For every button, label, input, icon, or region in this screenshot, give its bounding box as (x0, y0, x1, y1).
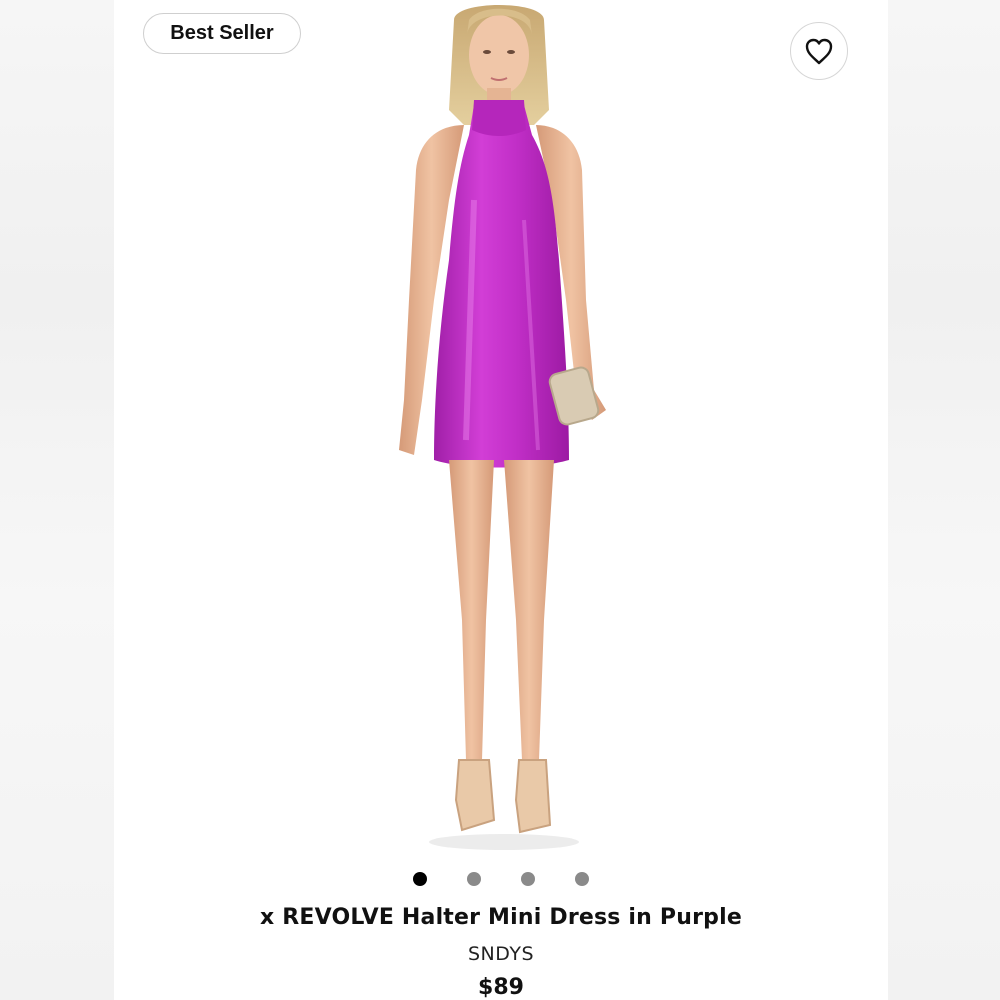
product-title[interactable]: x REVOLVE Halter Mini Dress in Purple (114, 905, 888, 930)
background-right (888, 0, 1000, 1000)
favorite-button[interactable] (790, 22, 848, 80)
image-carousel-dots (114, 872, 888, 888)
carousel-dot-4[interactable] (575, 872, 589, 886)
carousel-dot-1[interactable] (413, 872, 427, 886)
product-image[interactable] (354, 0, 654, 860)
product-card: Best Seller x REVOLVE Halter Mini Dress … (114, 0, 888, 1000)
product-brand[interactable]: SNDYS (114, 943, 888, 965)
best-seller-badge: Best Seller (143, 13, 301, 54)
product-price: $89 (478, 975, 524, 1000)
background-left (0, 0, 114, 1000)
heart-icon (805, 38, 833, 65)
carousel-dot-2[interactable] (467, 872, 481, 886)
carousel-dot-3[interactable] (521, 872, 535, 886)
